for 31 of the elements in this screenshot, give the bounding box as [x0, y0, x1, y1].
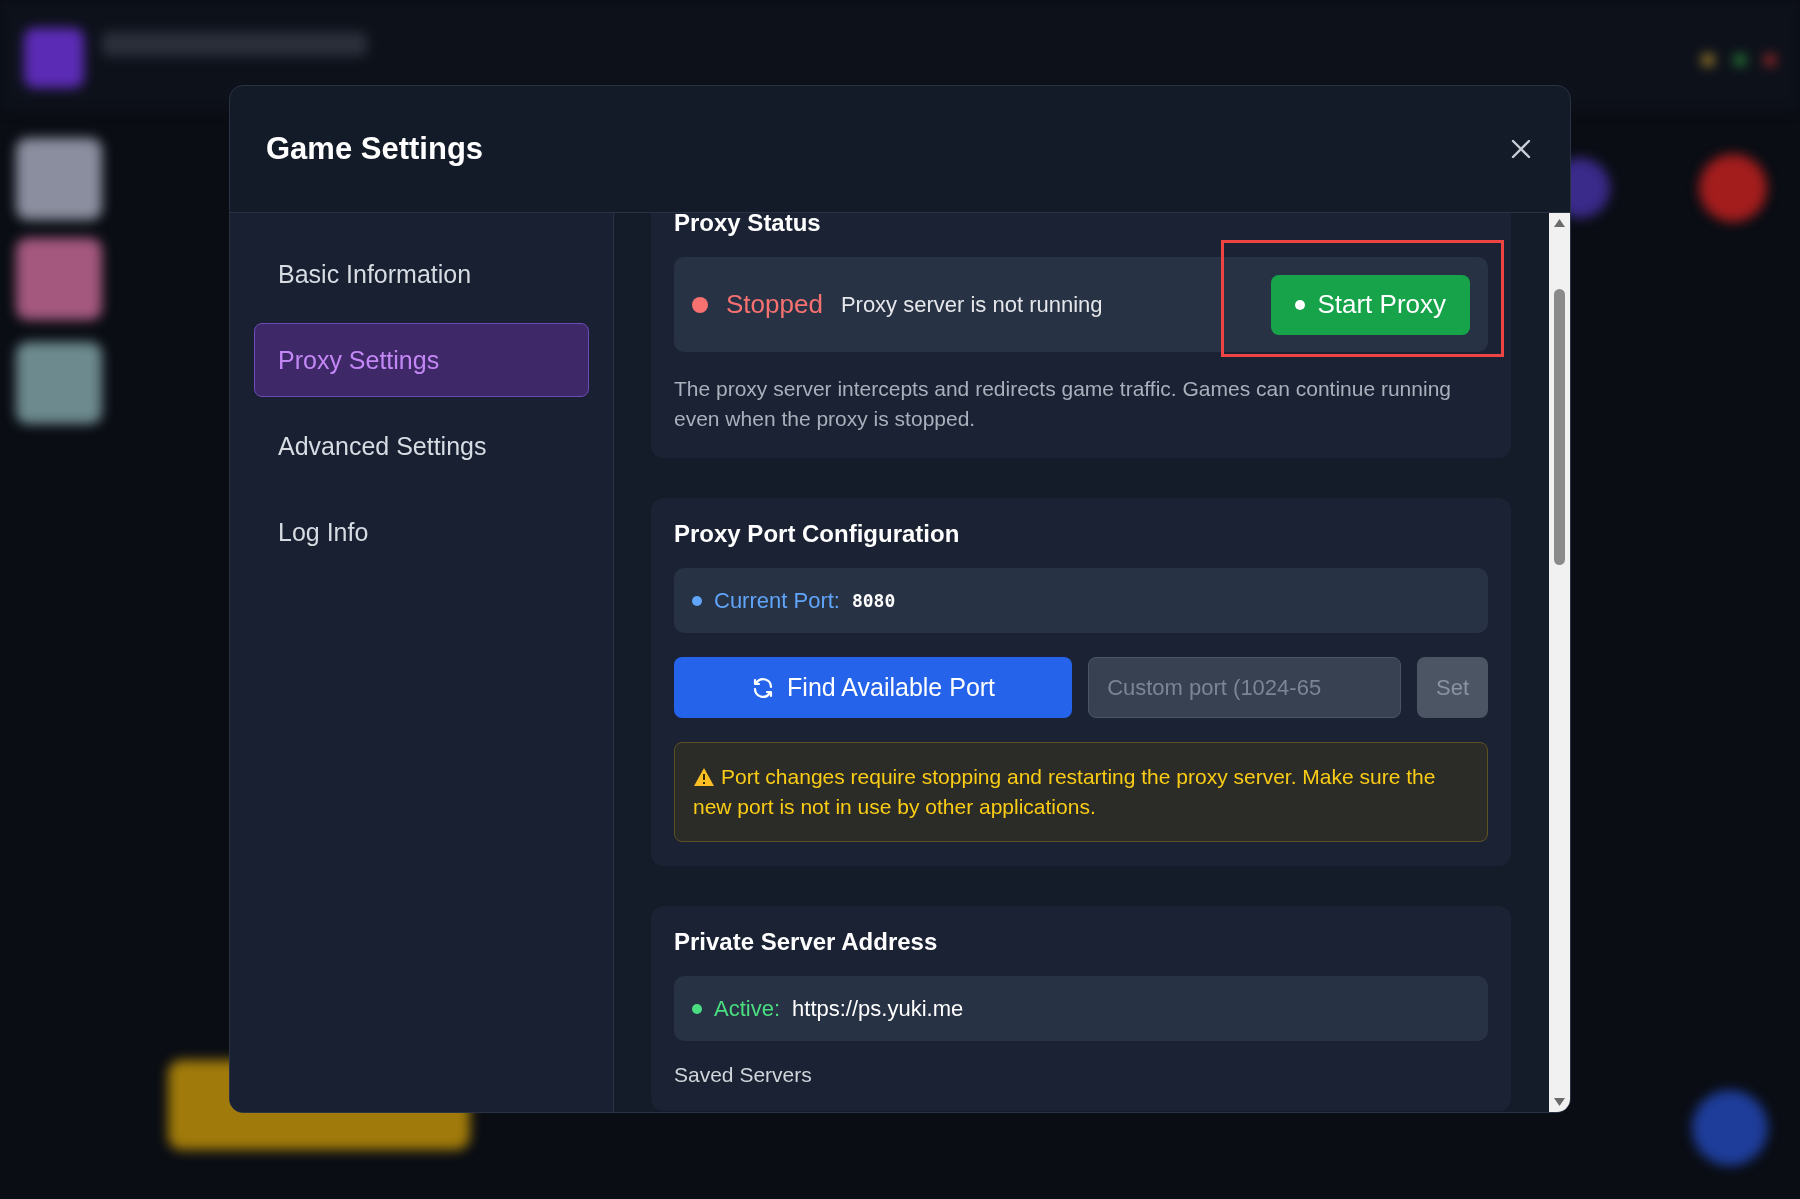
sidebar-item[interactable]: Advanced Settings	[254, 409, 589, 483]
sidebar-item[interactable]: Proxy Settings	[254, 323, 589, 397]
warning-icon	[693, 767, 715, 787]
floating-action-button[interactable]	[1692, 1090, 1768, 1166]
sidebar-item[interactable]: Log Info	[254, 495, 589, 569]
scrollbar-thumb[interactable]	[1554, 289, 1565, 565]
game-thumbnail[interactable]	[16, 342, 102, 424]
status-text: Stopped	[726, 289, 823, 320]
scrollbar[interactable]	[1549, 213, 1570, 1112]
info-dot	[692, 595, 702, 606]
custom-port-field[interactable]: Custom port (1024-65	[1088, 657, 1402, 718]
window-controls-icon[interactable]	[1702, 54, 1776, 66]
section-heading: Proxy Status	[674, 213, 822, 237]
current-port-label: Current Port:	[714, 587, 840, 614]
section-heading: Private Server Address	[674, 928, 939, 956]
sidebar-item[interactable]: Basic Information	[254, 237, 589, 311]
app-logo-icon	[24, 28, 84, 88]
dialog-title: Game Settings	[266, 131, 484, 167]
active-label: Active:	[714, 995, 781, 1022]
status-message: Proxy server is not running	[840, 291, 1103, 318]
game-thumbnail[interactable]	[16, 238, 102, 320]
game-thumbnail[interactable]	[16, 138, 102, 220]
start-proxy-button[interactable]: Start Proxy	[1271, 274, 1470, 335]
scroll-down-icon[interactable]	[1554, 1098, 1565, 1106]
server-address: https://ps.yuki.me	[792, 995, 964, 1022]
description-text: The proxy server intercepts and redirects game traffic. Games can continue running even when the proxy is stopped.	[674, 376, 1452, 432]
warning-message: Port changes require stopping and restarting the proxy server. Make sure the new port is not in use by other applications.	[674, 742, 1488, 842]
section-heading: Proxy Port Configuration	[674, 520, 961, 548]
saved-servers-label: Saved Servers	[674, 1063, 813, 1087]
current-port-value: 8080	[851, 590, 896, 611]
find-port-button[interactable]: Find Available Port	[674, 657, 1073, 718]
